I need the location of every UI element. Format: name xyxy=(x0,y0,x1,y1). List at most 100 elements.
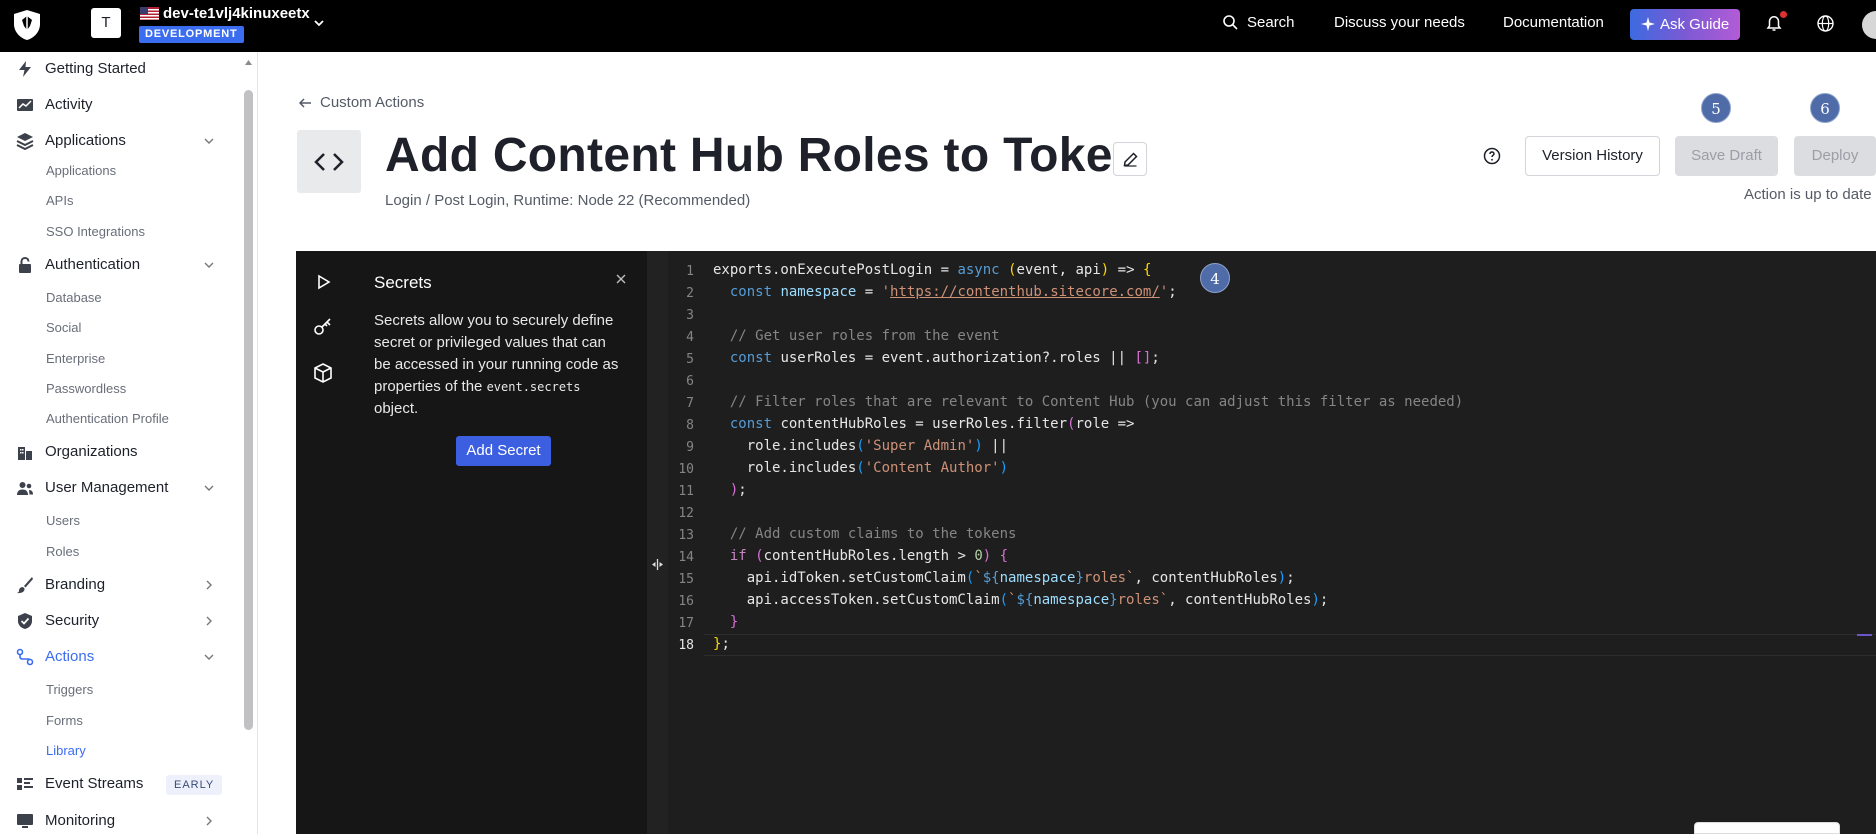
sidebar-subitem-authentication-profile[interactable]: Authentication Profile xyxy=(46,411,169,426)
save-draft-button[interactable]: Save Draft xyxy=(1675,136,1778,176)
line-number: 17 xyxy=(678,616,694,631)
search-icon[interactable] xyxy=(1222,14,1239,31)
sidebar-item-label: User Management xyxy=(45,479,169,496)
sidebar-subitem-library[interactable]: Library xyxy=(46,743,86,758)
play-icon[interactable] xyxy=(311,270,335,294)
sidebar-subitem-database[interactable]: Database xyxy=(46,290,102,305)
edit-title-button[interactable] xyxy=(1113,142,1147,176)
line-number: 16 xyxy=(678,594,694,609)
sidebar-subitem-apis[interactable]: APIs xyxy=(46,193,73,208)
ask-guide-label: Ask Guide xyxy=(1660,16,1730,33)
secrets-description: Secrets allow you to securely define sec… xyxy=(374,312,619,417)
key-icon[interactable] xyxy=(311,315,335,339)
line-number: 15 xyxy=(678,572,694,587)
top-bar: T dev-te1vlj4kinuxeetx DEVELOPMENT Searc… xyxy=(0,0,1876,52)
sidebar-subitem-social[interactable]: Social xyxy=(46,320,81,335)
chevron-down-icon xyxy=(204,485,214,491)
package-icon[interactable] xyxy=(311,361,335,385)
sidebar-item-monitoring[interactable]: Monitoring xyxy=(0,806,230,834)
lock-icon xyxy=(19,256,31,273)
sidebar-item-label: Branding xyxy=(45,576,106,593)
line-number: 14 xyxy=(678,550,694,565)
sidebar-subitem-forms[interactable]: Forms xyxy=(46,713,83,728)
help-icon[interactable] xyxy=(1483,147,1501,165)
code-line: const namespace = 'https://contenthub.si… xyxy=(729,284,1177,300)
sidebar-item-label: Authentication xyxy=(45,256,141,273)
globe-icon[interactable] xyxy=(1816,14,1835,33)
line-number: 6 xyxy=(686,374,694,389)
sidebar-item-organizations[interactable]: Organizations xyxy=(0,437,230,467)
sidebar-item-user-management[interactable]: User Management xyxy=(0,473,230,503)
code-line: role.includes('Super Admin') || xyxy=(713,438,1009,454)
action-trigger-runtime: Login / Post Login, Runtime: Node 22 (Re… xyxy=(385,192,751,209)
early-badge: EARLY xyxy=(166,775,223,795)
version-history-button[interactable]: Version History xyxy=(1525,136,1660,176)
documentation-link[interactable]: Documentation xyxy=(1503,14,1604,31)
line-number: 3 xyxy=(686,308,694,323)
notification-dot xyxy=(1780,11,1787,18)
deploy-button[interactable]: Deploy xyxy=(1794,136,1876,176)
add-secret-button[interactable]: Add Secret xyxy=(456,436,551,466)
panel-resize-handle[interactable] xyxy=(647,251,668,834)
line-number: 12 xyxy=(678,506,694,521)
sidebar-item-label: Monitoring xyxy=(45,812,116,829)
code-line: const userRoles = event.authorization?.r… xyxy=(729,350,1160,366)
chevron-right-icon xyxy=(206,816,212,826)
tenant-name[interactable]: dev-te1vlj4kinuxeetx xyxy=(163,5,310,22)
sidebar-subitem-roles[interactable]: Roles xyxy=(46,544,79,559)
sidebar-item-label: Applications xyxy=(45,132,126,149)
shield-check-icon xyxy=(18,613,32,629)
sidebar-item-activity[interactable]: Activity xyxy=(0,90,230,120)
line-number: 7 xyxy=(686,396,694,411)
discuss-needs-link[interactable]: Discuss your needs xyxy=(1334,14,1465,31)
sidebar-item-authentication[interactable]: Authentication xyxy=(0,250,230,280)
line-number: 2 xyxy=(686,286,694,301)
bolt-icon xyxy=(19,61,31,77)
current-line-highlight xyxy=(704,634,1876,656)
secrets-panel: Secrets Secrets allow you to securely de… xyxy=(350,251,647,834)
code-line: // Filter roles that are relevant to Con… xyxy=(729,394,1464,410)
code-line: // Get user roles from the event xyxy=(729,328,1000,344)
close-icon[interactable] xyxy=(615,273,627,285)
code-brackets-icon xyxy=(314,153,344,171)
sidebar-subitem-enterprise[interactable]: Enterprise xyxy=(46,351,105,366)
search-button[interactable]: Search xyxy=(1247,14,1295,31)
scroll-up-arrow-icon[interactable] xyxy=(244,58,253,67)
scroll-marker xyxy=(1857,634,1872,636)
code-line: // Add custom claims to the tokens xyxy=(729,526,1017,542)
sidebar-item-security[interactable]: Security xyxy=(0,606,230,636)
chevron-down-icon[interactable] xyxy=(312,16,326,30)
user-avatar[interactable] xyxy=(1862,11,1876,39)
code-line: if (contentHubRoles.length > 0) { xyxy=(729,548,1009,564)
sidebar-item-actions[interactable]: Actions xyxy=(0,642,230,672)
line-number: 18 xyxy=(678,638,694,653)
sidebar-item-getting-started[interactable]: Getting Started xyxy=(0,54,230,84)
chart-line-icon xyxy=(17,99,33,111)
sidebar-subitem-applications[interactable]: Applications xyxy=(46,163,116,178)
resize-horizontal-icon xyxy=(652,559,663,570)
secrets-title: Secrets xyxy=(374,273,432,292)
logo-icon[interactable] xyxy=(10,8,44,42)
code-line: ); xyxy=(729,482,747,498)
chevron-down-icon xyxy=(204,654,214,660)
sidebar-item-branding[interactable]: Branding xyxy=(0,570,230,600)
code-line: const contentHubRoles = userRoles.filter… xyxy=(729,416,1135,432)
layers-icon xyxy=(16,133,34,150)
tenant-avatar[interactable]: T xyxy=(91,8,121,38)
sidebar-subitem-triggers[interactable]: Triggers xyxy=(46,682,93,697)
sidebar-item-applications[interactable]: Applications xyxy=(0,126,230,156)
sidebar-item-label: Organizations xyxy=(45,443,138,460)
ask-guide-button[interactable]: Ask Guide xyxy=(1630,9,1740,40)
sparkle-icon xyxy=(1641,17,1655,31)
secrets-code-ref: event.secrets xyxy=(486,380,581,394)
arrow-left-icon xyxy=(298,98,311,108)
sidebar-subitem-sso-integrations[interactable]: SSO Integrations xyxy=(46,224,145,239)
sidebar-subitem-users[interactable]: Users xyxy=(46,513,80,528)
sidebar-scrollbar[interactable] xyxy=(244,90,253,730)
sidebar-item-event-streams[interactable]: Event Streams EARLY xyxy=(0,769,230,799)
line-number: 5 xyxy=(686,352,694,367)
sidebar-subitem-passwordless[interactable]: Passwordless xyxy=(46,381,126,396)
chevron-right-icon xyxy=(206,580,212,590)
chevron-down-icon xyxy=(204,262,214,268)
monitor-icon xyxy=(17,814,33,828)
